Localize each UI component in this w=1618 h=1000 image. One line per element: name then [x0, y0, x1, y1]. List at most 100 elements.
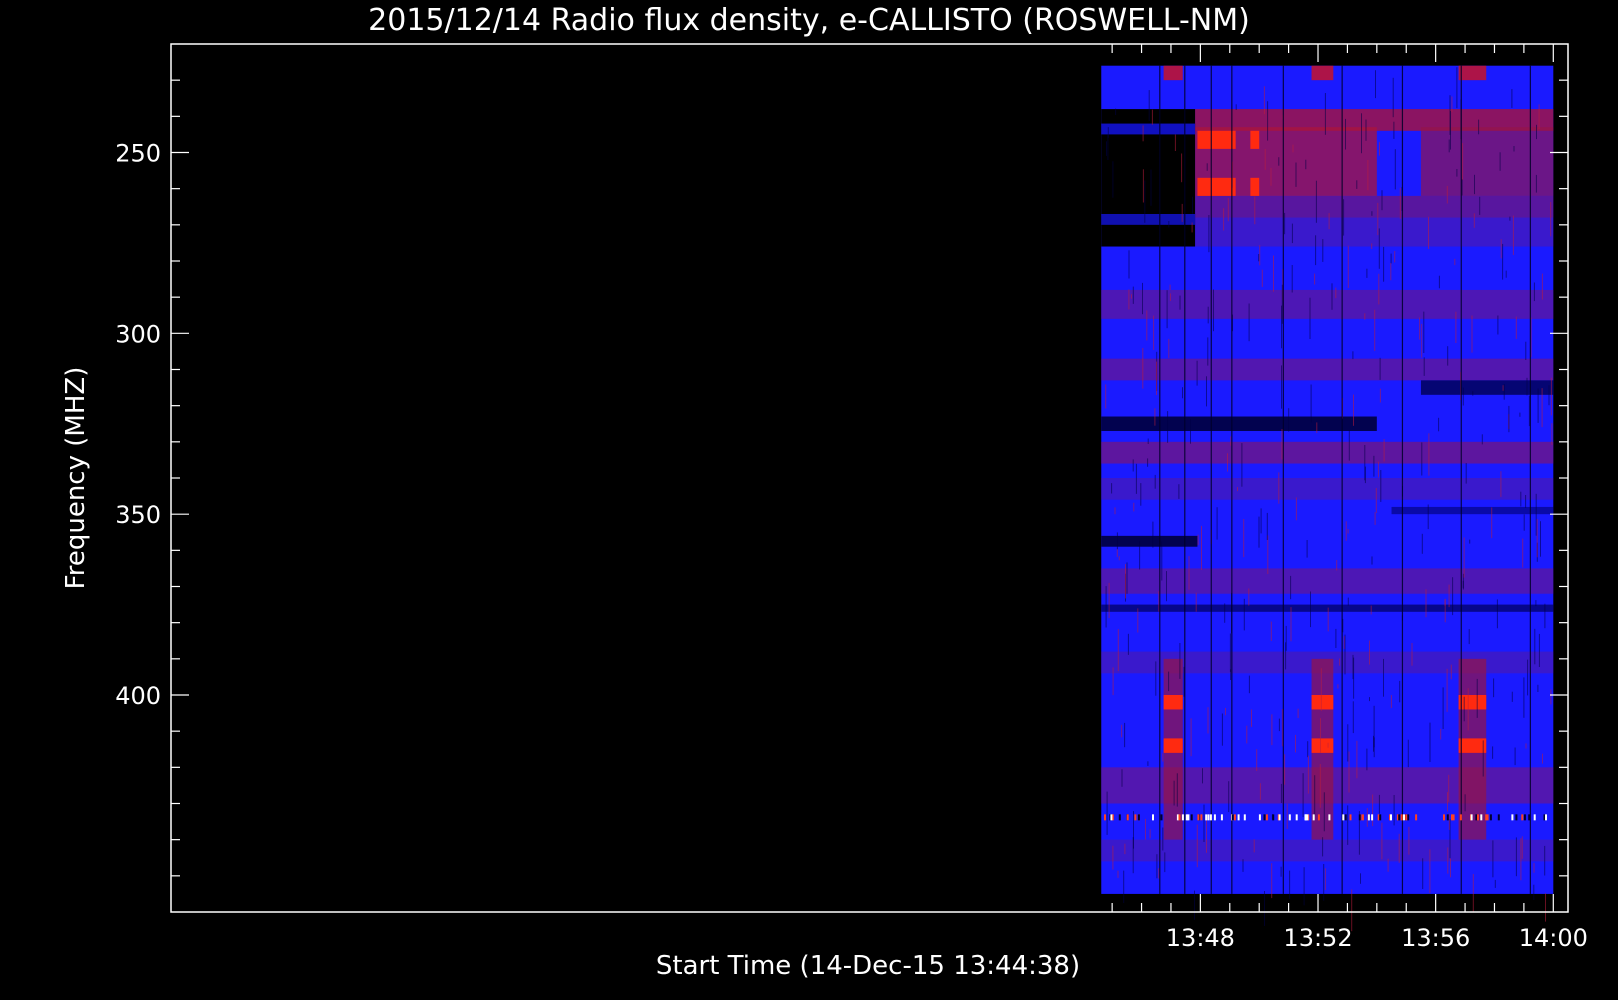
heatmap-noise: [1158, 591, 1160, 612]
heatmap-noise: [1450, 858, 1451, 878]
heatmap-noise: [1202, 768, 1203, 784]
heatmap-noise: [1345, 118, 1346, 150]
heatmap-noise: [1243, 598, 1245, 631]
heatmap-noise: [1352, 701, 1354, 734]
heatmap-noise: [1378, 228, 1380, 269]
heatmap-noise: [1270, 167, 1272, 186]
heatmap-noise: [1503, 384, 1505, 400]
heatmap-noise: [1471, 315, 1473, 353]
heatmap-noise: [1168, 221, 1170, 228]
heatmap-band: [1101, 289, 1554, 319]
heatmap-noise: [1468, 629, 1470, 645]
heatmap-noise: [1347, 805, 1349, 845]
heatmap-noise: [1525, 743, 1527, 749]
heatmap-blip: [1533, 814, 1536, 821]
heatmap-noise: [1454, 258, 1456, 266]
heatmap-noise: [1473, 213, 1475, 228]
heatmap-blip: [1126, 814, 1129, 821]
heatmap-noise: [1169, 293, 1171, 301]
heatmap-noise: [1374, 309, 1376, 351]
heatmap-noise: [1462, 580, 1464, 589]
heatmap-noise: [1347, 245, 1349, 288]
heatmap-noise: [1348, 751, 1350, 793]
heatmap-noise: [1139, 540, 1141, 570]
heatmap-noise: [1174, 134, 1176, 151]
spectrogram-heatmap: [1101, 65, 1554, 932]
heatmap-noise: [1438, 275, 1440, 289]
heatmap-noise: [1423, 357, 1425, 376]
heatmap-noise: [1521, 836, 1523, 859]
heatmap-noise: [1182, 387, 1183, 399]
heatmap-noise: [1390, 263, 1392, 281]
heatmap-dark-lane: [1101, 416, 1377, 431]
heatmap-blip: [1328, 814, 1331, 821]
heatmap-noise: [1155, 661, 1157, 696]
heatmap-blip: [1220, 814, 1223, 821]
heatmap-noise: [1373, 737, 1375, 758]
heatmap-noise: [1324, 93, 1326, 135]
heatmap-noise: [1179, 643, 1181, 679]
heatmap-noise: [1176, 773, 1178, 807]
x-tick-label: 13:56: [1401, 924, 1470, 952]
heatmap-noise: [1206, 376, 1207, 407]
heatmap-noise: [1206, 163, 1208, 171]
heatmap-noise: [1320, 668, 1322, 712]
heatmap-noise: [1192, 196, 1193, 214]
heatmap-noise: [1314, 775, 1316, 816]
heatmap-noise: [1107, 127, 1109, 138]
heatmap-noise: [1360, 873, 1361, 884]
heatmap-blip: [1515, 814, 1518, 821]
heatmap-blip: [1200, 814, 1203, 821]
heatmap-noise: [1256, 749, 1258, 771]
heatmap-blip: [1398, 814, 1401, 821]
heatmap-time-line: [1282, 65, 1284, 894]
heatmap-noise: [1188, 556, 1190, 590]
heatmap-noise: [1537, 388, 1539, 423]
heatmap-noise: [1472, 874, 1474, 912]
heatmap-noise: [1514, 747, 1516, 766]
heatmap-noise: [1481, 434, 1483, 445]
heatmap-noise: [1509, 216, 1511, 221]
heatmap-blip: [1511, 814, 1514, 821]
heatmap-noise: [1513, 146, 1515, 152]
heatmap-noise: [1142, 282, 1143, 315]
heatmap-noise: [1156, 854, 1158, 879]
heatmap-noise: [1421, 533, 1423, 554]
heatmap-noise: [1352, 351, 1354, 360]
heatmap-noise: [1392, 77, 1394, 118]
heatmap-noise: [1361, 113, 1362, 154]
heatmap-noise: [1500, 239, 1502, 259]
heatmap-blip: [1489, 814, 1492, 821]
heatmap-noise: [1142, 169, 1144, 203]
heatmap-noise: [1474, 174, 1475, 195]
heatmap-noise: [1551, 423, 1553, 445]
spectrogram-figure: 2015/12/14 Radio flux density, e-CALLIST…: [0, 0, 1618, 1000]
heatmap-noise: [1356, 180, 1358, 189]
heatmap-noise: [1307, 741, 1309, 758]
heatmap-noise: [1423, 311, 1425, 353]
heatmap-noise: [1544, 603, 1546, 629]
heatmap-noise: [1536, 519, 1538, 558]
heatmap-noise: [1492, 746, 1494, 759]
heatmap-noise: [1544, 845, 1546, 876]
heatmap-blip: [1278, 814, 1281, 821]
x-axis-label: Start Time (14-Dec-15 13:44:38): [656, 951, 1080, 981]
heatmap-noise: [1280, 866, 1282, 877]
heatmap-blip: [1317, 814, 1320, 821]
heatmap-noise: [1310, 591, 1311, 628]
heatmap-noise: [1364, 445, 1366, 481]
cal-block-top: [1163, 65, 1183, 81]
heatmap-noise: [1309, 297, 1311, 339]
heatmap-noise: [1290, 575, 1292, 600]
heatmap-blip: [1486, 814, 1489, 821]
heatmap-noise: [1374, 512, 1376, 525]
heatmap-blip: [1233, 814, 1236, 821]
heatmap-noise: [1550, 377, 1552, 416]
heatmap-noise: [1390, 695, 1392, 709]
heatmap-noise: [1446, 185, 1448, 204]
heatmap-noise: [1462, 143, 1464, 180]
heatmap-noise: [1166, 571, 1167, 602]
heatmap-noise: [1352, 654, 1354, 680]
heatmap-noise: [1133, 502, 1135, 512]
heatmap-noise: [1494, 879, 1496, 888]
